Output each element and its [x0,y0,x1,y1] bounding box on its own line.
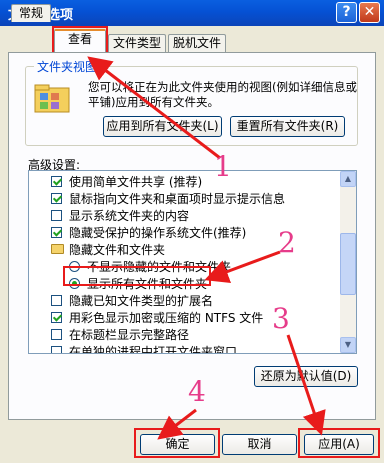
arrow-3 [286,334,326,436]
arrow-4 [157,408,197,440]
annotation-number-1: 1 [214,150,232,183]
tab-view[interactable]: 查看 [54,29,106,52]
annotation-number-3: 3 [272,302,290,335]
annotation-number-4: 4 [188,375,206,408]
arrow-1 [87,56,221,160]
annotation-number-2: 2 [278,226,296,259]
arrow-2 [204,250,281,283]
